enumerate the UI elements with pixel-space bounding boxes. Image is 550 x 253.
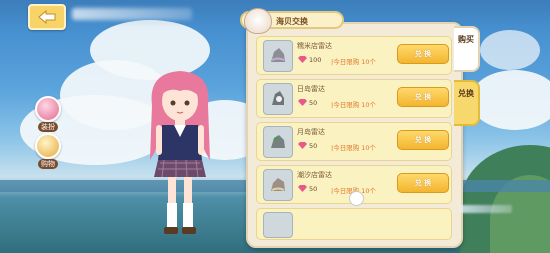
back-arrow-icon (38, 10, 56, 24)
tab-exchange[interactable]: 兑换 (454, 80, 480, 126)
item-limit: |今日限购 10个 (331, 144, 377, 152)
shop-item: 月岛雷达 50 |今日限购 10个 兑 换 (256, 122, 452, 161)
radar-rock-icon (272, 91, 284, 105)
shopping-button[interactable]: 购物 (34, 133, 62, 169)
item-thumbnail (263, 83, 293, 115)
shop-item: 日岛雷达 50 |今日限购 10个 兑 换 (256, 79, 452, 118)
gem-icon (298, 56, 307, 63)
item-name: 日岛雷达 (297, 85, 325, 93)
item-limit: |今日限购 10个 (331, 58, 377, 66)
cloud (480, 30, 540, 70)
item-name: 潮汐店雷达 (297, 171, 332, 179)
redeem-button[interactable]: 兑 换 (397, 44, 449, 64)
shop-title: 海贝交换 (240, 8, 344, 34)
shopping-label: 购物 (38, 159, 58, 169)
tab-buy[interactable]: 购买 (454, 26, 480, 72)
item-price: 100 (309, 56, 322, 64)
gem-icon (298, 142, 307, 149)
item-price: 50 (309, 142, 318, 150)
shop-item-partial (256, 208, 452, 240)
lucky-cat-icon (244, 8, 272, 34)
watermark (460, 205, 512, 213)
gem-icon (298, 99, 307, 106)
radar-rock-icon (271, 135, 285, 148)
item-price: 50 (309, 185, 318, 193)
redeem-button[interactable]: 兑 换 (397, 173, 449, 193)
item-name: 月岛雷达 (297, 128, 325, 136)
player-character (150, 71, 210, 234)
radar-rock-icon (271, 178, 285, 191)
item-thumbnail (263, 40, 293, 72)
dress-up-label: 装扮 (38, 122, 58, 132)
cloud (470, 70, 550, 130)
radar-rock-icon (271, 48, 285, 62)
exchange-panel: 糯米店雷达 100 |今日限购 10个 兑 换 日岛雷达 50 |今日限购 10… (246, 22, 463, 248)
shop-title-text: 海贝交换 (276, 17, 308, 26)
flower-icon (35, 96, 61, 122)
item-limit: |今日限购 10个 (331, 101, 377, 109)
redeem-button[interactable]: 兑 换 (397, 87, 449, 107)
bag-icon (35, 133, 61, 159)
item-price: 50 (309, 99, 318, 107)
shop-item: 糯米店雷达 100 |今日限购 10个 兑 换 (256, 36, 452, 75)
back-button[interactable] (28, 4, 66, 30)
blurred-header (72, 8, 192, 20)
item-thumbnail (263, 126, 293, 158)
item-name: 糯米店雷达 (297, 42, 332, 50)
item-thumbnail (263, 169, 293, 201)
item-thumbnail (263, 212, 293, 238)
gem-icon (298, 185, 307, 192)
dress-up-button[interactable]: 装扮 (34, 96, 62, 132)
redeem-button[interactable]: 兑 换 (397, 130, 449, 150)
scroll-handle[interactable] (349, 191, 364, 206)
